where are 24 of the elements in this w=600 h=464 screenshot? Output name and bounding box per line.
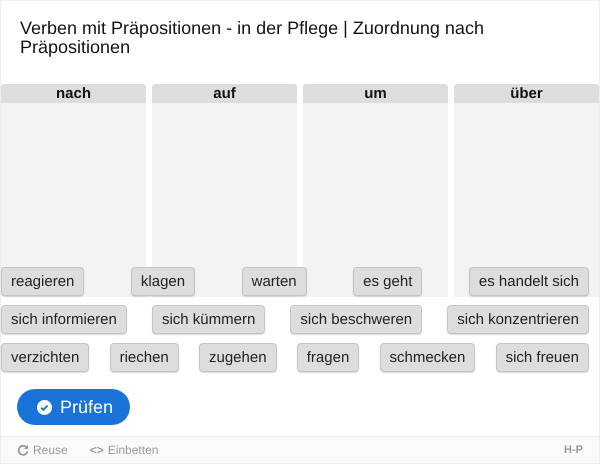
word-chip[interactable]: riechen	[110, 343, 179, 372]
word-chip[interactable]: warten	[242, 267, 307, 296]
word-chip[interactable]: sich freuen	[496, 343, 589, 372]
word-chip[interactable]: sich informieren	[1, 305, 127, 334]
word-chip[interactable]: schmecken	[380, 343, 476, 372]
h5p-logo: H-P	[564, 444, 583, 456]
refresh-icon	[17, 444, 29, 456]
word-chip[interactable]: sich beschweren	[290, 305, 422, 334]
word-chip[interactable]: sich konzentrieren	[447, 305, 589, 334]
word-chip[interactable]: reagieren	[1, 267, 84, 296]
word-chip[interactable]: zugehen	[198, 343, 277, 372]
column-header: nach	[1, 84, 146, 103]
word-chip[interactable]: sich kümmern	[152, 305, 266, 334]
word-chip[interactable]: es handelt sich	[468, 267, 589, 296]
task-title: Verben mit Präpositionen - in der Pflege | Zuordnung nach Präpositionen	[20, 19, 485, 57]
word-chip[interactable]: es geht	[353, 267, 422, 296]
check-button[interactable]: Prüfen	[17, 389, 130, 425]
word-chip[interactable]: klagen	[130, 267, 196, 296]
word-chip[interactable]: verzichten	[1, 343, 90, 372]
column-header: um	[303, 84, 448, 103]
check-circle-icon	[37, 400, 52, 414]
column-header: auf	[152, 84, 297, 103]
word-chip[interactable]: fragen	[296, 343, 360, 372]
column-header: über	[454, 84, 599, 103]
